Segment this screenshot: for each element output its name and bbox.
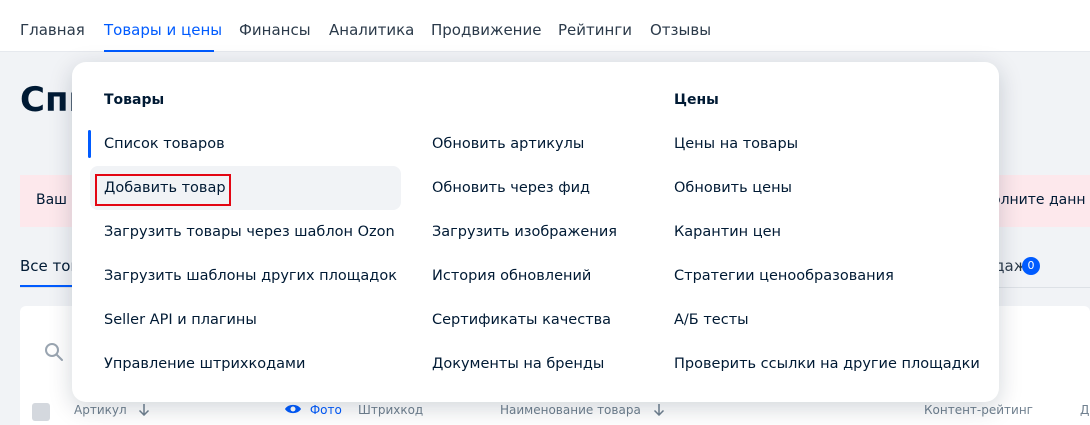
sort-arrow-down-icon [653,404,664,417]
menu-column-title-products: Товары [104,92,165,108]
top-navigation: Главная Товары и цены Финансы Аналитика … [0,0,1090,52]
column-header-article-label: Артикул [74,403,127,417]
menu-item-ab-tests[interactable]: А/Б тесты [674,310,749,330]
nav-item-home[interactable]: Главная [20,21,85,39]
tab-active-underline [20,285,80,287]
menu-item-pricing-strategies[interactable]: Стратегии ценообразования [674,266,894,286]
menu-item-update-history[interactable]: История обновлений [432,266,591,286]
menu-item-product-list[interactable]: Список товаров [104,134,225,154]
menu-column-title-prices: Цены [674,92,719,108]
nav-item-analytics[interactable]: Аналитика [329,21,414,39]
menu-item-update-articles[interactable]: Обновить артикулы [432,134,584,154]
column-header-content-rating[interactable]: Контент-рейтинг [924,403,1033,417]
column-header-last[interactable]: Д [1080,403,1089,417]
menu-item-upload-images[interactable]: Загрузить изображения [432,222,617,242]
tab-all-products[interactable]: Все тов [20,257,79,275]
column-header-barcode[interactable]: Штрихкод [358,403,423,417]
select-all-checkbox[interactable] [32,403,50,421]
column-header-photo[interactable]: Фото [284,403,342,417]
nav-item-ratings[interactable]: Рейтинги [558,21,632,39]
nav-item-products-prices[interactable]: Товары и цены [104,21,222,39]
active-item-indicator [88,130,91,158]
menu-item-update-prices[interactable]: Обновить цены [674,178,792,198]
sort-arrow-down-icon [139,404,150,417]
menu-item-barcode-management[interactable]: Управление штрихкодами [104,354,305,374]
menu-item-quality-certificates[interactable]: Сертификаты качества [432,310,611,330]
search-icon[interactable] [44,342,64,366]
nav-active-underline [104,50,214,52]
products-prices-dropdown-menu: Товары Цены Список товаров Добавить това… [72,62,999,402]
alert-text-right[interactable]: олните данн [992,192,1086,208]
column-header-name-label: Наименование товара [500,403,641,417]
tab-sales-badge: 0 [1022,257,1040,275]
column-header-article[interactable]: Артикул [74,403,150,417]
menu-item-upload-ozon-template[interactable]: Загрузить товары через шаблон Ozon [104,222,395,242]
nav-item-finance[interactable]: Финансы [239,21,311,39]
nav-item-reviews[interactable]: Отзывы [650,21,711,39]
eye-icon [285,404,301,414]
menu-item-price-quarantine[interactable]: Карантин цен [674,222,781,242]
menu-item-brand-documents[interactable]: Документы на бренды [432,354,604,374]
menu-item-update-via-feed[interactable]: Обновить через фид [432,178,590,198]
menu-item-upload-other-templates[interactable]: Загрузить шаблоны других площадок [104,266,397,286]
menu-item-seller-api[interactable]: Seller API и плагины [104,310,257,330]
menu-item-product-prices[interactable]: Цены на товары [674,134,798,154]
column-header-name[interactable]: Наименование товара [500,403,665,417]
highlight-box [95,174,231,206]
nav-item-promotion[interactable]: Продвижение [431,21,541,39]
column-header-photo-label: Фото [309,403,342,417]
menu-item-check-other-platform-links[interactable]: Проверить ссылки на другие площадки [674,354,980,374]
